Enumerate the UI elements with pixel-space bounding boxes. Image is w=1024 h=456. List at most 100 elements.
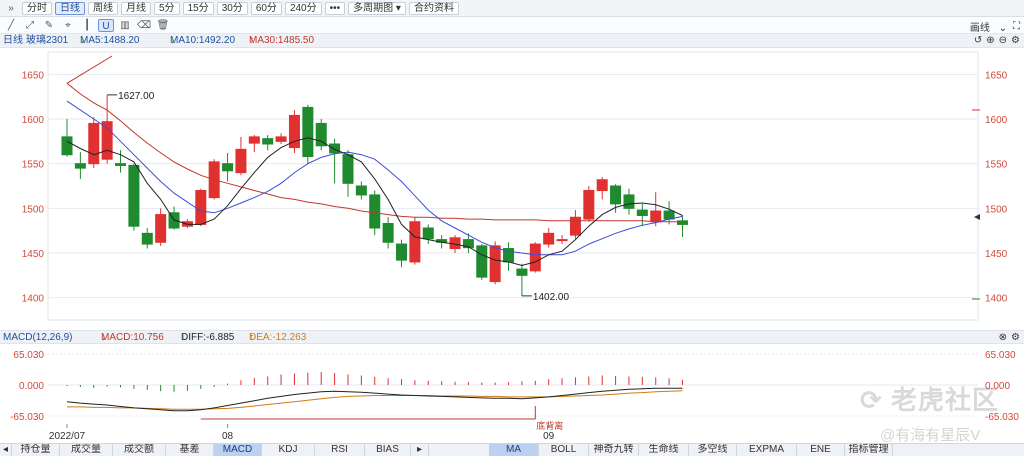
y-tick-label-right: 1400 (985, 294, 1008, 305)
tabs-prev-icon[interactable]: ◂ (0, 444, 12, 456)
brush-icon[interactable]: ▥ (117, 19, 133, 32)
candle-body (543, 232, 555, 245)
ma10-value: MA10:1492.20 (170, 35, 236, 46)
draw-line-button[interactable]: 画线 ⌄ (964, 19, 1007, 34)
arrow-up-icon: ↑ (249, 35, 254, 46)
x-tick-label: 2022/07 (49, 431, 86, 442)
period-button[interactable]: 分时 (22, 1, 52, 15)
pencil-icon[interactable]: ✎ (41, 19, 57, 32)
draw-controls: 画线 ⌄ ⛶ (958, 19, 1020, 34)
plot-area (47, 51, 979, 321)
candle-body (101, 121, 113, 160)
arrow-up-icon: ↑ (249, 332, 254, 343)
candle-body (396, 243, 407, 261)
x-tick-label: 09 (543, 431, 555, 442)
indicator-tab[interactable]: MACD (214, 444, 262, 456)
arrow-down-icon: ↓ (181, 332, 186, 343)
indicator-tab[interactable]: KDJ (262, 444, 315, 456)
candle-body (529, 243, 541, 272)
watermark-logo: ⟳ 老虎社区 (860, 385, 1000, 415)
zoom-in-icon[interactable]: ⊕ (986, 34, 994, 48)
candle-body (355, 185, 367, 196)
macd-y-tick-left: 0.000 (19, 381, 44, 392)
indicator-tab[interactable]: 成交额 (113, 444, 166, 456)
tabs-next-icon[interactable]: ▸ (411, 444, 429, 456)
candle-body (329, 143, 341, 154)
dea-value-text: DEA:-12.263 (249, 332, 307, 343)
candle-body (248, 136, 260, 144)
period-button[interactable]: 60分 (250, 1, 282, 15)
indicator-tabs-left: 持仓量 成交量 成交额 基差 MACD KDJ RSI BIAS (12, 444, 411, 456)
bar-icon[interactable]: ┃ (79, 19, 95, 32)
collapse-icon[interactable]: » (3, 2, 19, 15)
candle-body (302, 106, 314, 158)
candle-body (569, 216, 581, 236)
indicator-tab[interactable]: BIAS (365, 444, 411, 456)
contract-info-button[interactable]: 合约资料 (408, 1, 459, 15)
fullscreen-icon[interactable]: ⛶ (1013, 21, 1020, 32)
multi-period-button[interactable]: 多周期图 ▾ (348, 1, 406, 15)
indicator-tab[interactable]: MA (489, 444, 539, 456)
candle-body (476, 245, 488, 278)
close-icon[interactable]: ⊗ (999, 331, 1007, 344)
period-button[interactable]: 月线 (121, 1, 151, 15)
candle-body (262, 138, 274, 145)
tabs-spacer (429, 444, 489, 456)
line-icon[interactable]: ╱ (3, 19, 19, 32)
candle-body (422, 227, 434, 240)
watermark-brand: 老虎社区 (891, 385, 1000, 415)
zoom-out-icon[interactable]: ⊖ (999, 34, 1007, 48)
indicator-tab[interactable]: 成交量 (60, 444, 113, 456)
arrow-down-icon: ↓ (80, 35, 85, 46)
indicator-tab[interactable]: 持仓量 (12, 444, 60, 456)
macd-y-tick-left: 65.030 (13, 350, 44, 361)
candle-body (623, 194, 635, 209)
more-periods-button[interactable]: ••• (324, 1, 346, 15)
candle-body (155, 214, 167, 243)
trash-icon[interactable]: 🗑 (155, 19, 171, 32)
settings-icon[interactable]: ⚙ (1011, 34, 1020, 48)
indicator-tab[interactable]: 指标管理 (845, 444, 893, 456)
diff-value-text: DIFF:-6.885 (181, 332, 235, 343)
indicator-tab[interactable]: EXPMA (737, 444, 797, 456)
candle-body (74, 163, 86, 169)
high-annotation: 1627.00 (118, 91, 155, 102)
ma5-value: MA5:1488.20 (80, 35, 140, 46)
indicator-tab[interactable]: 神奇九转 (589, 444, 639, 456)
expand-icon[interactable]: ⤢ (22, 19, 38, 32)
macd-y-tick-left: -65.030 (10, 412, 44, 423)
period-button[interactable]: 15分 (182, 1, 214, 15)
candlestick-chart[interactable]: 1400 1400 1450 1450 1500 1500 1550 1550 1600 1600… (0, 48, 1024, 330)
cursor-icon[interactable]: ⌖ (60, 19, 76, 32)
candle-body (489, 245, 501, 283)
top-toolbar: » 分时 日线 周线 月线 5分 15分 30分 60分 240分 ••• 多周期图 ▾ 合约资… (0, 0, 1024, 17)
indicator-tab[interactable]: ENE (797, 444, 845, 456)
indicator-tab[interactable]: RSI (315, 444, 365, 456)
indicator-tab[interactable]: 基差 (166, 444, 214, 456)
drawing-toolbar: ╱ ⤢ ✎ ⌖ ┃ U ▥ ⌫ 🗑 画线 ⌄ ⛶ (0, 17, 1024, 34)
macd-controls: ⊗ ⚙ (995, 331, 1020, 344)
period-button[interactable]: 30分 (216, 1, 248, 15)
period-button[interactable]: 日线 (55, 1, 85, 15)
period-button[interactable]: 周线 (88, 1, 118, 15)
reset-icon[interactable]: ↺ (974, 34, 982, 48)
candle-body (128, 164, 140, 227)
candle-body (275, 136, 287, 142)
eraser-icon[interactable]: ⌫ (136, 19, 152, 32)
magnet-icon[interactable]: U (98, 18, 114, 32)
period-label: 日线 (3, 35, 23, 46)
candle-body (610, 185, 622, 205)
macd-plot-area (48, 344, 978, 424)
indicator-tab[interactable]: 多空线 (689, 444, 737, 456)
period-button[interactable]: 5分 (154, 1, 180, 15)
indicator-tab[interactable]: 生命线 (639, 444, 689, 456)
candle-body (342, 154, 354, 184)
indicator-tab[interactable]: BOLL (539, 444, 589, 456)
y-tick-label-right: 1500 (985, 204, 1008, 215)
period-button[interactable]: 240分 (284, 1, 322, 15)
indicator-tabs: ◂ 持仓量 成交量 成交额 基差 MACD KDJ RSI BIAS ▸ MA BOLL 神奇九转… (0, 443, 1024, 456)
settings-icon[interactable]: ⚙ (1011, 331, 1020, 344)
macd-y-tick-right: 65.030 (985, 350, 1016, 361)
candle-body (88, 122, 100, 165)
candle-body (222, 163, 234, 172)
